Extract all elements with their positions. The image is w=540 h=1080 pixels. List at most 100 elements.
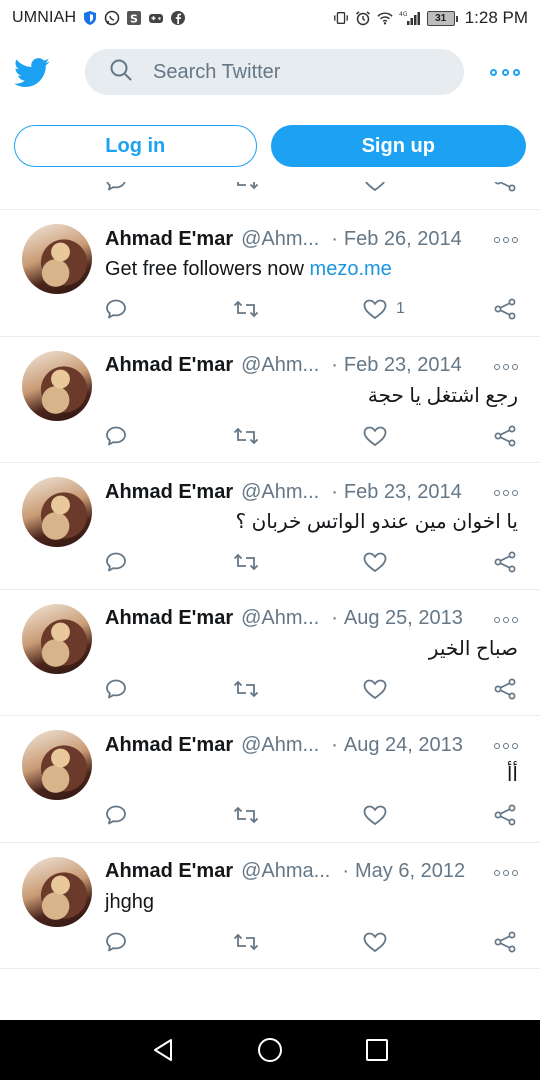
home-icon[interactable] (256, 1036, 284, 1064)
share-icon[interactable] (492, 297, 518, 321)
author-name[interactable]: Ahmad E'mar (105, 228, 233, 251)
avatar[interactable] (22, 477, 92, 547)
author-name[interactable]: Ahmad E'mar (105, 354, 233, 377)
tweet-more-icon[interactable] (494, 615, 518, 625)
tweet-item[interactable]: Ahmad E'mar @Ahm... · Aug 25, 2013 صباح … (0, 590, 540, 716)
tweet-text: Get free followers now mezo.me (105, 256, 518, 282)
retweet-icon[interactable] (232, 550, 260, 574)
avatar[interactable] (22, 224, 92, 294)
back-icon[interactable] (149, 1036, 177, 1064)
signup-button[interactable]: Sign up (270, 125, 526, 167)
retweet-icon[interactable] (232, 930, 260, 954)
retweet-icon[interactable] (232, 424, 260, 448)
like-icon[interactable] (362, 182, 388, 193)
tweet-more-icon[interactable] (494, 362, 518, 372)
like-button[interactable] (362, 803, 396, 827)
separator-dot: · (331, 480, 338, 503)
login-button[interactable]: Log in (14, 125, 257, 167)
gamepad-icon (148, 10, 164, 26)
tweet-item[interactable]: Ahmad E'mar @Ahm... · Feb 23, 2014 يا اخ… (0, 463, 540, 590)
like-button[interactable]: 1 (362, 297, 405, 321)
reply-icon[interactable] (104, 803, 128, 827)
like-button[interactable] (362, 677, 396, 701)
tweet-date[interactable]: Aug 24, 2013 (344, 734, 463, 757)
reply-icon[interactable] (104, 297, 128, 321)
author-handle[interactable]: @Ahm... (241, 734, 319, 757)
tweet-date[interactable]: Feb 23, 2014 (344, 481, 462, 504)
tweet-more-icon[interactable] (494, 235, 518, 245)
tweet-more-icon[interactable] (494, 741, 518, 751)
tweet-date[interactable]: May 6, 2012 (355, 860, 465, 883)
author-name[interactable]: Ahmad E'mar (105, 607, 233, 630)
tweet-more-icon[interactable] (494, 488, 518, 498)
avatar[interactable] (22, 603, 92, 674)
author-name[interactable]: Ahmad E'mar (105, 481, 233, 504)
author-handle[interactable]: @Ahm... (241, 607, 319, 630)
tweet-date[interactable]: Feb 26, 2014 (344, 228, 462, 251)
like-icon (362, 930, 388, 954)
tweet-text-prefix: Get free followers now (105, 258, 310, 280)
avatar[interactable] (22, 730, 92, 800)
tweet-item[interactable]: Ahmad E'mar @Ahma... · May 6, 2012 jhghg (0, 843, 540, 969)
share-icon[interactable] (492, 930, 518, 954)
separator-dot: · (331, 354, 338, 376)
carrier-name: UMNIAH (12, 9, 77, 26)
share-icon[interactable] (492, 803, 518, 827)
author-handle[interactable]: @Ahm... (241, 228, 319, 251)
twitter-bird-icon[interactable] (12, 53, 52, 93)
like-icon (362, 677, 388, 701)
tweet-date[interactable]: Aug 25, 2013 (344, 607, 463, 630)
reply-icon[interactable] (104, 930, 128, 954)
reply-icon[interactable] (104, 677, 128, 701)
author-name[interactable]: Ahmad E'mar (105, 734, 233, 757)
recents-icon[interactable] (363, 1036, 391, 1064)
tweet-timeline[interactable]: Ahmad E'mar @Ahm... · Feb 26, 2014 Get f… (0, 182, 540, 1020)
tweet-item[interactable]: Ahmad E'mar @Ahm... · Feb 23, 2014 رجع ا… (0, 337, 540, 463)
reply-icon[interactable] (104, 550, 128, 574)
s-app-icon: S (126, 10, 142, 26)
like-button[interactable] (362, 550, 396, 574)
author-handle[interactable]: @Ahma... (241, 860, 330, 883)
tweet-text: صباح الخير (428, 637, 518, 660)
tweet-actions (104, 549, 522, 575)
reply-icon[interactable] (104, 182, 128, 193)
separator-dot: · (331, 607, 338, 629)
like-button[interactable] (362, 930, 396, 954)
retweet-icon[interactable] (232, 297, 260, 321)
share-icon[interactable] (492, 677, 518, 701)
top-header: Search Twitter (0, 36, 540, 110)
tweet-text: أأ (506, 764, 518, 786)
separator-dot: · (331, 227, 338, 250)
tweet-item[interactable]: Ahmad E'mar @Ahm... · Feb 26, 2014 Get f… (0, 210, 540, 337)
retweet-icon[interactable] (232, 677, 260, 701)
avatar[interactable] (22, 856, 92, 927)
battery-indicator: 31 (426, 10, 458, 26)
system-nav-bar (0, 1020, 540, 1080)
vibrate-icon (333, 10, 349, 26)
more-dots-icon[interactable] (490, 62, 520, 82)
like-button[interactable] (362, 424, 396, 448)
tweet-header: Ahmad E'mar @Ahm... · Aug 24, 2013 (105, 732, 518, 758)
tweet-link[interactable]: mezo.me (310, 258, 392, 280)
share-icon[interactable] (492, 550, 518, 574)
tweet-text: jhghg (105, 890, 154, 913)
tweet-header: Ahmad E'mar @Ahma... · May 6, 2012 (105, 859, 518, 885)
author-name[interactable]: Ahmad E'mar (105, 860, 233, 883)
alarm-icon (355, 10, 371, 26)
auth-bar: Log in Sign up (0, 110, 540, 182)
retweet-icon[interactable] (232, 182, 260, 193)
author-handle[interactable]: @Ahm... (241, 354, 319, 377)
avatar[interactable] (22, 350, 92, 421)
share-icon[interactable] (492, 424, 518, 448)
tweet-date[interactable]: Feb 23, 2014 (344, 354, 462, 377)
tweet-actions: 1 (104, 296, 522, 322)
reply-icon[interactable] (104, 424, 128, 448)
share-icon[interactable] (492, 182, 518, 193)
clock: 1:28 PM (464, 8, 528, 27)
tweet-more-icon[interactable] (494, 868, 518, 878)
tweet-item[interactable]: Ahmad E'mar @Ahm... · Aug 24, 2013 أأ (0, 716, 540, 843)
search-input[interactable]: Search Twitter (85, 49, 464, 95)
retweet-icon[interactable] (232, 803, 260, 827)
partial-tweet-actions (0, 182, 540, 210)
author-handle[interactable]: @Ahm... (241, 481, 319, 504)
